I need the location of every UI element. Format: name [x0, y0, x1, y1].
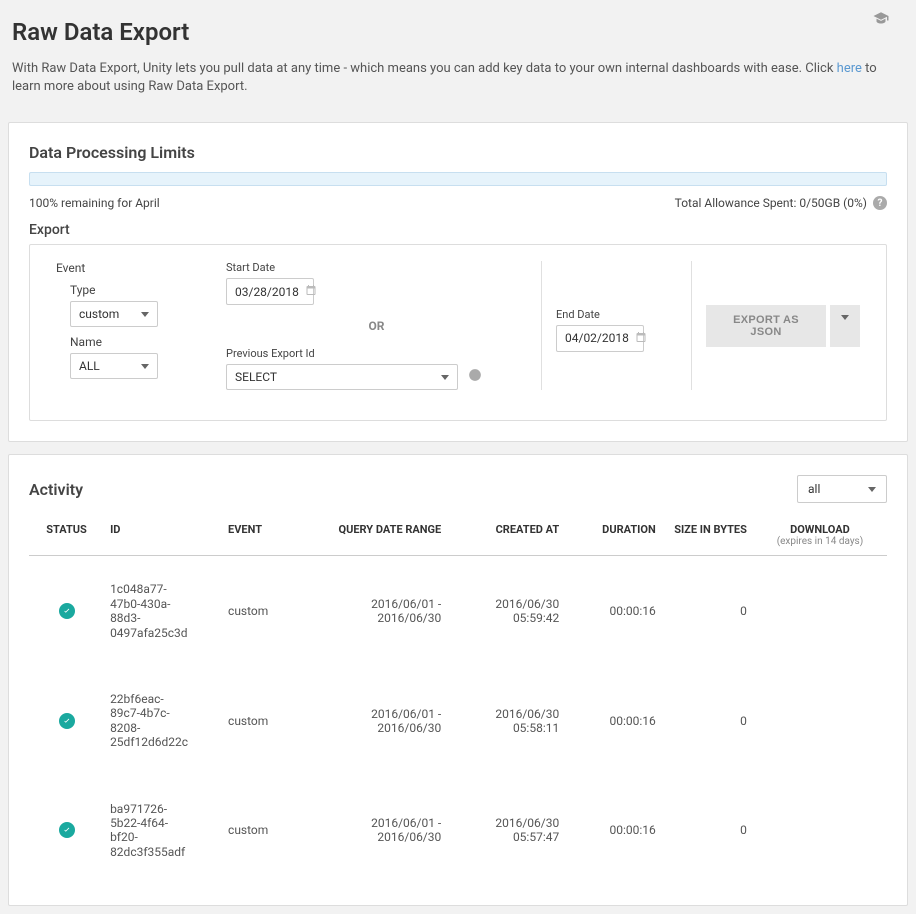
created-at-cell: 2016/06/3005:57:47	[447, 776, 565, 886]
col-size: SIZE IN BYTES	[662, 515, 753, 556]
status-complete-icon	[59, 713, 75, 729]
created-at-cell: 2016/06/3005:59:42	[447, 556, 565, 666]
status-cell	[29, 556, 104, 666]
export-section-label: Export	[29, 222, 887, 238]
download-cell	[753, 556, 887, 666]
event-name-select[interactable]: ALL	[70, 353, 158, 379]
event-cell: custom	[222, 776, 308, 886]
prev-export-label: Previous Export Id	[226, 347, 527, 360]
id-fragment: 89c7-4b7c-	[110, 706, 216, 720]
id-fragment: 0497afa25c3d	[110, 626, 216, 640]
duration-cell: 00:00:16	[565, 666, 662, 776]
reset-icon[interactable]	[468, 368, 482, 386]
id-cell: 22bf6eac-89c7-4b7c-8208-25df12d6d22c	[104, 666, 222, 776]
desc-text-before: With Raw Data Export, Unity lets you pul…	[12, 61, 837, 76]
learn-more-link[interactable]: here	[837, 61, 862, 76]
col-duration: DURATION	[565, 515, 662, 556]
col-download-sublabel: (expires in 14 days)	[759, 536, 881, 547]
export-format-dropdown[interactable]	[830, 305, 860, 347]
status-complete-icon	[59, 822, 75, 838]
size-cell: 0	[662, 666, 753, 776]
date-range-cell: 2016/06/01 -2016/06/30	[308, 666, 447, 776]
date-range-cell: 2016/06/01 -2016/06/30	[308, 556, 447, 666]
end-date-input[interactable]: 04/02/2018	[556, 325, 644, 352]
allowance-text: Total Allowance Spent: 0/50GB (0%)	[675, 196, 867, 210]
or-separator: OR	[226, 319, 527, 333]
event-name-value: ALL	[79, 359, 100, 373]
page-description: With Raw Data Export, Unity lets you pul…	[12, 60, 904, 96]
export-form: Event Type custom Name ALL Start Date 03…	[29, 244, 887, 421]
col-created-at: CREATED AT	[447, 515, 565, 556]
activity-filter-value: all	[808, 482, 820, 496]
duration-cell: 00:00:16	[565, 776, 662, 886]
id-cell: ba971726-5b22-4f64-bf20-82dc3f355adf	[104, 776, 222, 886]
activity-title: Activity	[29, 480, 83, 499]
id-fragment: 88d3-	[110, 611, 216, 625]
prev-export-value: SELECT	[235, 370, 277, 384]
calendar-icon	[635, 331, 647, 346]
duration-cell: 00:00:16	[565, 556, 662, 666]
event-cell: custom	[222, 666, 308, 776]
usage-progress-bar	[29, 172, 887, 186]
id-fragment: 25df12d6d22c	[110, 735, 216, 749]
start-date-input[interactable]: 03/28/2018	[226, 278, 314, 305]
col-download: DOWNLOAD (expires in 14 days)	[753, 515, 887, 556]
remaining-text: 100% remaining for April	[29, 196, 160, 210]
export-as-json-button[interactable]: EXPORT AS JSON	[706, 305, 826, 347]
info-icon[interactable]: ?	[873, 196, 887, 210]
download-cell	[753, 776, 887, 886]
event-type-select[interactable]: custom	[70, 301, 158, 327]
id-fragment: 8208-	[110, 721, 216, 735]
status-complete-icon	[59, 603, 75, 619]
calendar-icon	[305, 284, 317, 299]
start-date-value: 03/28/2018	[235, 285, 299, 299]
size-cell: 0	[662, 776, 753, 886]
chevron-down-icon	[441, 375, 449, 380]
start-date-label: Start Date	[226, 261, 527, 274]
id-fragment: 82dc3f355adf	[110, 845, 216, 859]
col-download-label: DOWNLOAD	[790, 523, 850, 536]
col-status: STATUS	[29, 515, 104, 556]
table-row: 1c048a77-47b0-430a-88d3-0497afa25c3dcust…	[29, 556, 887, 666]
end-date-label: End Date	[556, 308, 677, 321]
date-range-cell: 2016/06/01 -2016/06/30	[308, 776, 447, 886]
limits-title: Data Processing Limits	[29, 143, 887, 162]
id-fragment: 47b0-430a-	[110, 597, 216, 611]
col-id: ID	[104, 515, 222, 556]
status-cell	[29, 776, 104, 886]
prev-export-select[interactable]: SELECT	[226, 364, 458, 390]
chevron-down-icon	[841, 315, 849, 332]
table-row: 22bf6eac-89c7-4b7c-8208-25df12d6d22ccust…	[29, 666, 887, 776]
activity-filter-select[interactable]: all	[797, 475, 887, 503]
type-label: Type	[70, 283, 198, 297]
created-at-cell: 2016/06/3005:58:11	[447, 666, 565, 776]
chevron-down-icon	[141, 364, 149, 369]
chevron-down-icon	[868, 487, 876, 492]
activity-panel: Activity all STATUS ID EVENT QUERY DATE …	[8, 454, 908, 906]
graduation-cap-icon[interactable]	[872, 10, 890, 28]
id-fragment: 1c048a77-	[110, 582, 216, 596]
end-date-value: 04/02/2018	[565, 331, 629, 345]
activity-table: STATUS ID EVENT QUERY DATE RANGE CREATED…	[29, 515, 887, 885]
status-cell	[29, 666, 104, 776]
name-label: Name	[70, 335, 198, 349]
id-fragment: bf20-	[110, 830, 216, 844]
col-event: EVENT	[222, 515, 308, 556]
table-row: ba971726-5b22-4f64-bf20-82dc3f355adfcust…	[29, 776, 887, 886]
event-type-value: custom	[79, 307, 119, 321]
chevron-down-icon	[141, 312, 149, 317]
download-cell	[753, 666, 887, 776]
id-cell: 1c048a77-47b0-430a-88d3-0497afa25c3d	[104, 556, 222, 666]
id-fragment: 22bf6eac-	[110, 692, 216, 706]
size-cell: 0	[662, 556, 753, 666]
event-cell: custom	[222, 556, 308, 666]
page-title: Raw Data Export	[12, 18, 904, 46]
col-date-range: QUERY DATE RANGE	[308, 515, 447, 556]
id-fragment: 5b22-4f64-	[110, 816, 216, 830]
event-label: Event	[56, 261, 198, 275]
limits-export-panel: Data Processing Limits 100% remaining fo…	[8, 122, 908, 442]
